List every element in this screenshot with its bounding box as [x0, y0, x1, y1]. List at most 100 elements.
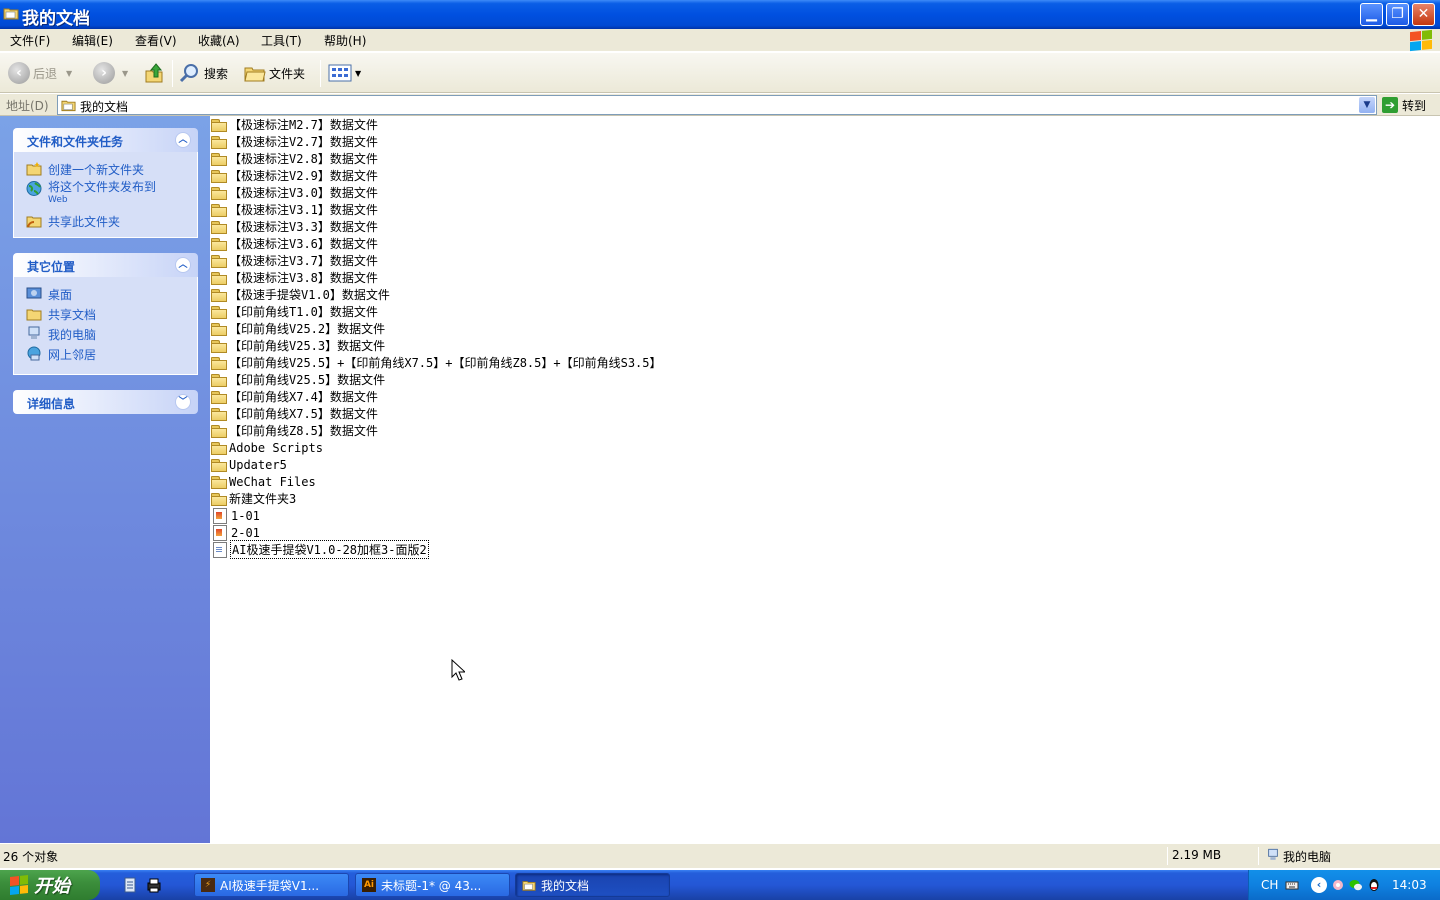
- file-name: 【印前角线V25.5】数据文件: [229, 373, 386, 387]
- file-name: 【极速标注V2.7】数据文件: [229, 135, 378, 149]
- go-button[interactable]: ➔ 转到: [1382, 95, 1426, 115]
- title-bar[interactable]: 我的文档 ▁ ❐ ✕: [0, 0, 1440, 29]
- qq-penguin-icon[interactable]: [1367, 878, 1381, 892]
- file-list-item[interactable]: 1-01: [210, 507, 260, 524]
- keyboard-icon[interactable]: [1285, 878, 1299, 892]
- quick-launch-doc-icon[interactable]: [122, 877, 138, 893]
- share-folder-icon: [26, 216, 42, 228]
- globe-icon: [26, 181, 42, 196]
- file-name: Updater5: [229, 457, 287, 472]
- views-button[interactable]: ▼: [328, 59, 361, 87]
- file-list-item[interactable]: 【印前角线Z8.5】数据文件: [210, 422, 378, 439]
- folder-icon: [3, 8, 19, 20]
- start-button[interactable]: 开始: [0, 870, 100, 900]
- file-name: WeChat Files: [229, 474, 316, 489]
- menu-view[interactable]: 查看(V): [135, 32, 177, 49]
- file-list-item[interactable]: 【印前角线V25.5】数据文件: [210, 371, 385, 388]
- file-list-item[interactable]: 【极速标注M2.7】数据文件: [210, 116, 378, 133]
- file-name: 【极速标注V3.8】数据文件: [229, 271, 378, 285]
- back-label: 后退: [33, 66, 58, 81]
- file-list-item[interactable]: 【印前角线V25.2】数据文件: [210, 320, 385, 337]
- forward-button[interactable]: › ▼: [93, 59, 128, 87]
- file-name: 【印前角线Z8.5】数据文件: [229, 424, 378, 438]
- address-input[interactable]: 我的文档 ▼: [57, 95, 1377, 115]
- menu-help[interactable]: 帮助(H): [324, 32, 366, 49]
- file-list-item[interactable]: 【极速标注V3.0】数据文件: [210, 184, 378, 201]
- task-publish-label: 将这个文件夹发布到: [48, 180, 157, 194]
- file-list-item[interactable]: Updater5: [210, 456, 287, 473]
- folder-icon: [211, 118, 227, 132]
- menu-edit[interactable]: 编辑(E): [72, 32, 113, 49]
- task-new-folder[interactable]: 创建一个新文件夹: [26, 161, 144, 178]
- place-network[interactable]: 网上邻居: [26, 346, 96, 363]
- back-arrow-icon: ‹: [8, 62, 30, 84]
- place-desktop[interactable]: 桌面: [26, 286, 72, 303]
- folder-icon: [211, 475, 227, 489]
- up-folder-button[interactable]: [144, 59, 166, 87]
- file-list-item[interactable]: WeChat Files: [210, 473, 316, 490]
- taskbar-item-label: 我的文档: [541, 878, 590, 893]
- file-tasks-body: 创建一个新文件夹 将这个文件夹发布到 Web 共享此文件夹: [13, 152, 198, 238]
- menu-tools[interactable]: 工具(T): [261, 32, 302, 49]
- status-bar: 26 个对象 2.19 MB 我的电脑: [0, 843, 1440, 868]
- task-publish-web[interactable]: 将这个文件夹发布到 Web: [26, 181, 156, 207]
- file-list-item[interactable]: 【极速标注V3.3】数据文件: [210, 218, 378, 235]
- file-name: 2-01: [231, 525, 260, 540]
- address-bar: 地址(D) 我的文档 ▼ ➔ 转到: [0, 94, 1440, 116]
- file-list-item[interactable]: 【印前角线V25.5】+【印前角线X7.5】+【印前角线Z8.5】+【印前角线S…: [210, 354, 662, 371]
- details-header[interactable]: 详细信息 ﹀: [13, 390, 198, 414]
- forward-arrow-icon: ›: [93, 62, 115, 84]
- task-share-folder[interactable]: 共享此文件夹: [26, 213, 120, 230]
- maximize-button[interactable]: ❐: [1386, 3, 1409, 26]
- file-name: 【印前角线V25.2】数据文件: [229, 322, 386, 336]
- file-list-item[interactable]: 【极速标注V2.8】数据文件: [210, 150, 378, 167]
- views-icon: [328, 64, 352, 82]
- file-list-item[interactable]: 【极速手提袋V1.0】数据文件: [210, 286, 390, 303]
- back-dropdown-icon[interactable]: ▼: [66, 69, 72, 78]
- file-list-item[interactable]: AI极速手提袋V1.0-28加框3-面版2: [210, 540, 429, 559]
- back-button[interactable]: ‹ 后退 ▼: [8, 59, 72, 87]
- file-list-item[interactable]: 新建文件夹3: [210, 490, 296, 507]
- file-list-item[interactable]: 2-01: [210, 524, 260, 541]
- language-indicator[interactable]: CH: [1261, 878, 1278, 892]
- collapse-chevron-icon[interactable]: ︿: [175, 257, 191, 273]
- file-list-item[interactable]: 【印前角线V25.3】数据文件: [210, 337, 385, 354]
- quick-launch-printer-icon[interactable]: [146, 877, 162, 893]
- file-list-item[interactable]: Adobe Scripts: [210, 439, 323, 456]
- folder-icon: [211, 220, 227, 234]
- file-list-item[interactable]: 【极速标注V3.7】数据文件: [210, 252, 378, 269]
- file-list-item[interactable]: 【印前角线X7.4】数据文件: [210, 388, 378, 405]
- file-list-item[interactable]: 【印前角线X7.5】数据文件: [210, 405, 378, 422]
- file-name: 【印前角线X7.5】数据文件: [229, 407, 378, 421]
- place-my-computer-label: 我的电脑: [48, 328, 97, 342]
- menu-favorites[interactable]: 收藏(A): [198, 32, 240, 49]
- folders-button[interactable]: 文件夹: [244, 59, 305, 87]
- flower-icon[interactable]: [1331, 878, 1345, 892]
- expand-chevron-icon[interactable]: ﹀: [175, 394, 191, 410]
- illustrator-icon: Ai: [362, 878, 376, 892]
- collapse-chevron-icon[interactable]: ︿: [175, 132, 191, 148]
- menu-file[interactable]: 文件(F): [10, 32, 50, 49]
- wechat-icon[interactable]: [1349, 878, 1363, 892]
- other-places-header[interactable]: 其它位置 ︿: [13, 253, 198, 277]
- taskbar-item-illustrator[interactable]: Ai 未标题-1* @ 43...: [355, 873, 510, 897]
- taskbar-item-ai-handbag[interactable]: ⚡ AI极速手提袋V1...: [194, 873, 349, 897]
- place-my-computer[interactable]: 我的电脑: [26, 326, 96, 343]
- search-icon: [179, 64, 198, 83]
- file-list-item[interactable]: 【印前角线T1.0】数据文件: [210, 303, 378, 320]
- file-list-item[interactable]: 【极速标注V3.8】数据文件: [210, 269, 378, 286]
- file-list-item[interactable]: 【极速标注V3.6】数据文件: [210, 235, 378, 252]
- file-tasks-header[interactable]: 文件和文件夹任务 ︿: [13, 128, 198, 152]
- tray-expand-icon[interactable]: ‹: [1311, 877, 1327, 893]
- file-list-item[interactable]: 【极速标注V3.1】数据文件: [210, 201, 378, 218]
- file-list-item[interactable]: 【极速标注V2.9】数据文件: [210, 167, 378, 184]
- close-button[interactable]: ✕: [1412, 3, 1435, 26]
- taskbar-item-my-documents[interactable]: 我的文档: [515, 873, 670, 897]
- file-list-item[interactable]: 【极速标注V2.7】数据文件: [210, 133, 378, 150]
- forward-dropdown-icon[interactable]: ▼: [122, 69, 128, 78]
- address-dropdown-icon[interactable]: ▼: [1359, 97, 1375, 113]
- place-shared-docs[interactable]: 共享文档: [26, 306, 96, 323]
- folder-icon: [211, 271, 227, 285]
- minimize-button[interactable]: ▁: [1360, 3, 1383, 26]
- search-button[interactable]: 搜索: [179, 59, 228, 87]
